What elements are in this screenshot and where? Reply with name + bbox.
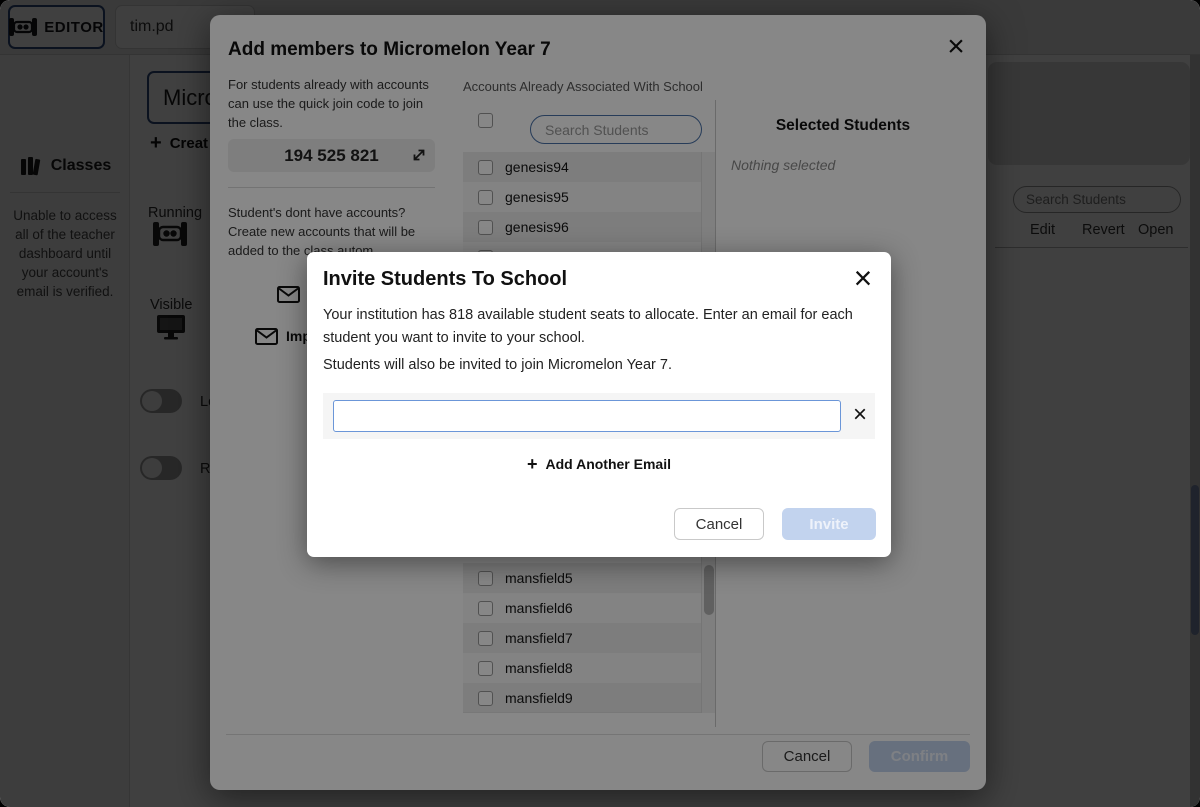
invite-students-modal: Invite Students To School × Your institu… xyxy=(307,252,891,557)
invite-modal-title: Invite Students To School xyxy=(323,268,567,291)
remove-email-icon[interactable]: × xyxy=(847,402,873,428)
email-input[interactable] xyxy=(333,400,841,432)
app-window: EDITOR tim.pd Classes Unable to access a… xyxy=(0,0,1200,807)
invite-body-text-2: Students will also be invited to join Mi… xyxy=(323,357,875,373)
email-entry-row: × xyxy=(323,393,875,439)
invite-submit-button[interactable]: Invite xyxy=(782,508,876,540)
plus-icon: + xyxy=(527,454,538,475)
invite-cancel-button[interactable]: Cancel xyxy=(674,508,764,540)
add-another-email-label: Add Another Email xyxy=(546,456,672,472)
add-another-email-button[interactable]: + Add Another Email xyxy=(307,452,891,476)
invite-body-text: Your institution has 818 available stude… xyxy=(323,304,875,350)
close-icon[interactable]: × xyxy=(847,262,879,294)
